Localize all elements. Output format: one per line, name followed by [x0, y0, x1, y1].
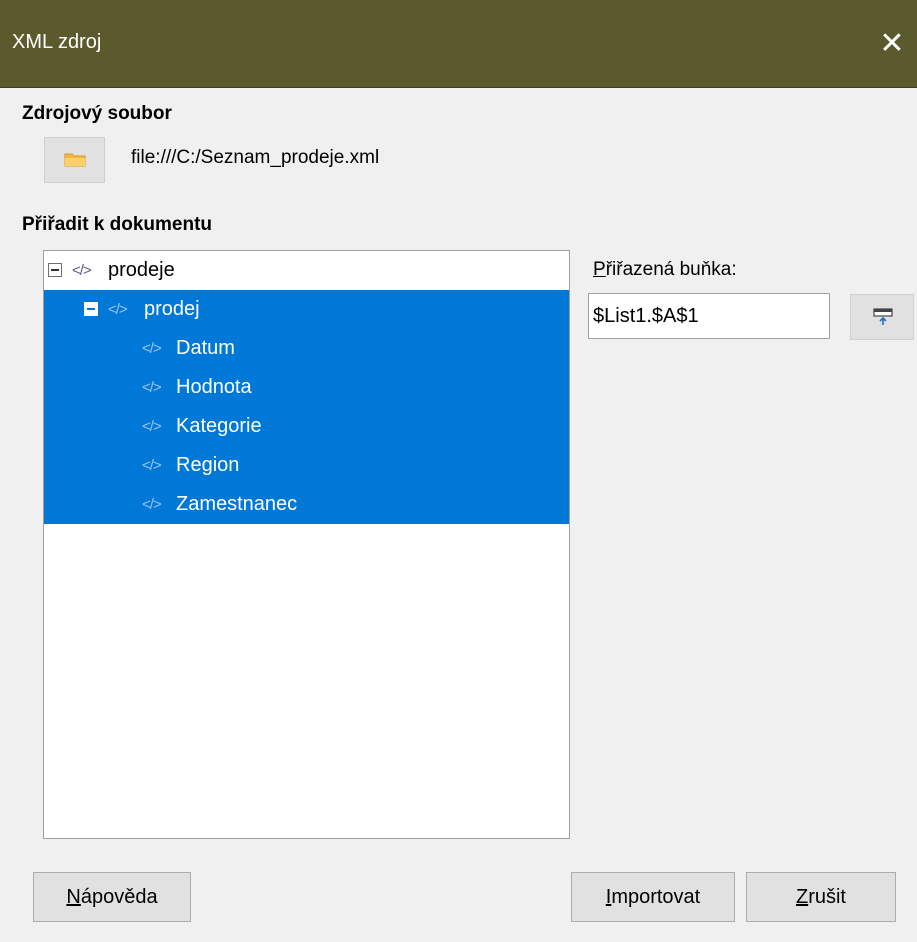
tree-item[interactable]: </> Region: [44, 446, 569, 485]
close-icon[interactable]: ✕: [872, 22, 912, 66]
cancel-button-mnemonic: Z: [795, 886, 809, 908]
title-bar: XML zdroj ✕: [0, 0, 917, 88]
tree-item-label: Kategorie: [176, 415, 262, 437]
xml-element-icon: </>: [142, 496, 162, 513]
collapse-icon[interactable]: [84, 302, 98, 316]
tree-item-label: Region: [176, 454, 240, 476]
tree-item[interactable]: </> prodej: [44, 290, 569, 329]
tree-item-label: Zamestnanec: [176, 493, 298, 515]
tree-item-label: prodeje: [108, 259, 175, 281]
xml-structure-tree[interactable]: </> prodeje </> prodej </> Datum </> Hodnota </>…: [43, 250, 570, 839]
help-button[interactable]: Nápověda: [33, 872, 191, 922]
tree-item[interactable]: </> Zamestnanec: [44, 485, 569, 524]
cancel-button[interactable]: Zrušit: [746, 872, 896, 922]
source-file-path: file:///C:/Seznam_prodeje.xml: [131, 147, 380, 168]
tree-item[interactable]: </> Kategorie: [44, 407, 569, 446]
tree-item[interactable]: </> Datum: [44, 329, 569, 368]
linked-cell-label-mnemonic: P: [593, 259, 606, 280]
collapse-icon[interactable]: [48, 263, 62, 277]
import-button[interactable]: Importovat: [571, 872, 735, 922]
tree-item[interactable]: </> prodeje: [44, 251, 569, 290]
linked-cell-input[interactable]: [588, 293, 830, 339]
folder-icon: [64, 153, 86, 167]
linked-cell-label: Přiřazená buňka:: [593, 259, 737, 281]
tree-item[interactable]: </> Hodnota: [44, 368, 569, 407]
shrink-icon: [873, 308, 893, 325]
tree-item-label: Hodnota: [176, 376, 252, 398]
source-file-heading: Zdrojový soubor: [22, 103, 172, 124]
xml-element-icon: </>: [142, 418, 162, 435]
import-button-label: mportovat: [611, 886, 701, 908]
browse-button[interactable]: [44, 137, 105, 183]
map-to-document-heading: Přiřadit k dokumentu: [22, 214, 213, 235]
xml-element-icon: </>: [108, 301, 128, 318]
xml-element-icon: </>: [142, 457, 162, 474]
linked-cell-label-text: řiřazená buňka:: [605, 259, 737, 280]
tree-item-label: Datum: [176, 337, 235, 359]
tree-item-label: prodej: [144, 298, 200, 320]
cancel-button-label: rušit: [808, 886, 846, 908]
help-button-mnemonic: N: [66, 886, 81, 908]
help-button-label: ápověda: [80, 886, 158, 908]
xml-element-icon: </>: [142, 379, 162, 396]
window-title: XML zdroj: [12, 31, 102, 53]
xml-element-icon: </>: [72, 262, 92, 279]
shrink-button[interactable]: [850, 294, 914, 340]
xml-element-icon: </>: [142, 340, 162, 357]
